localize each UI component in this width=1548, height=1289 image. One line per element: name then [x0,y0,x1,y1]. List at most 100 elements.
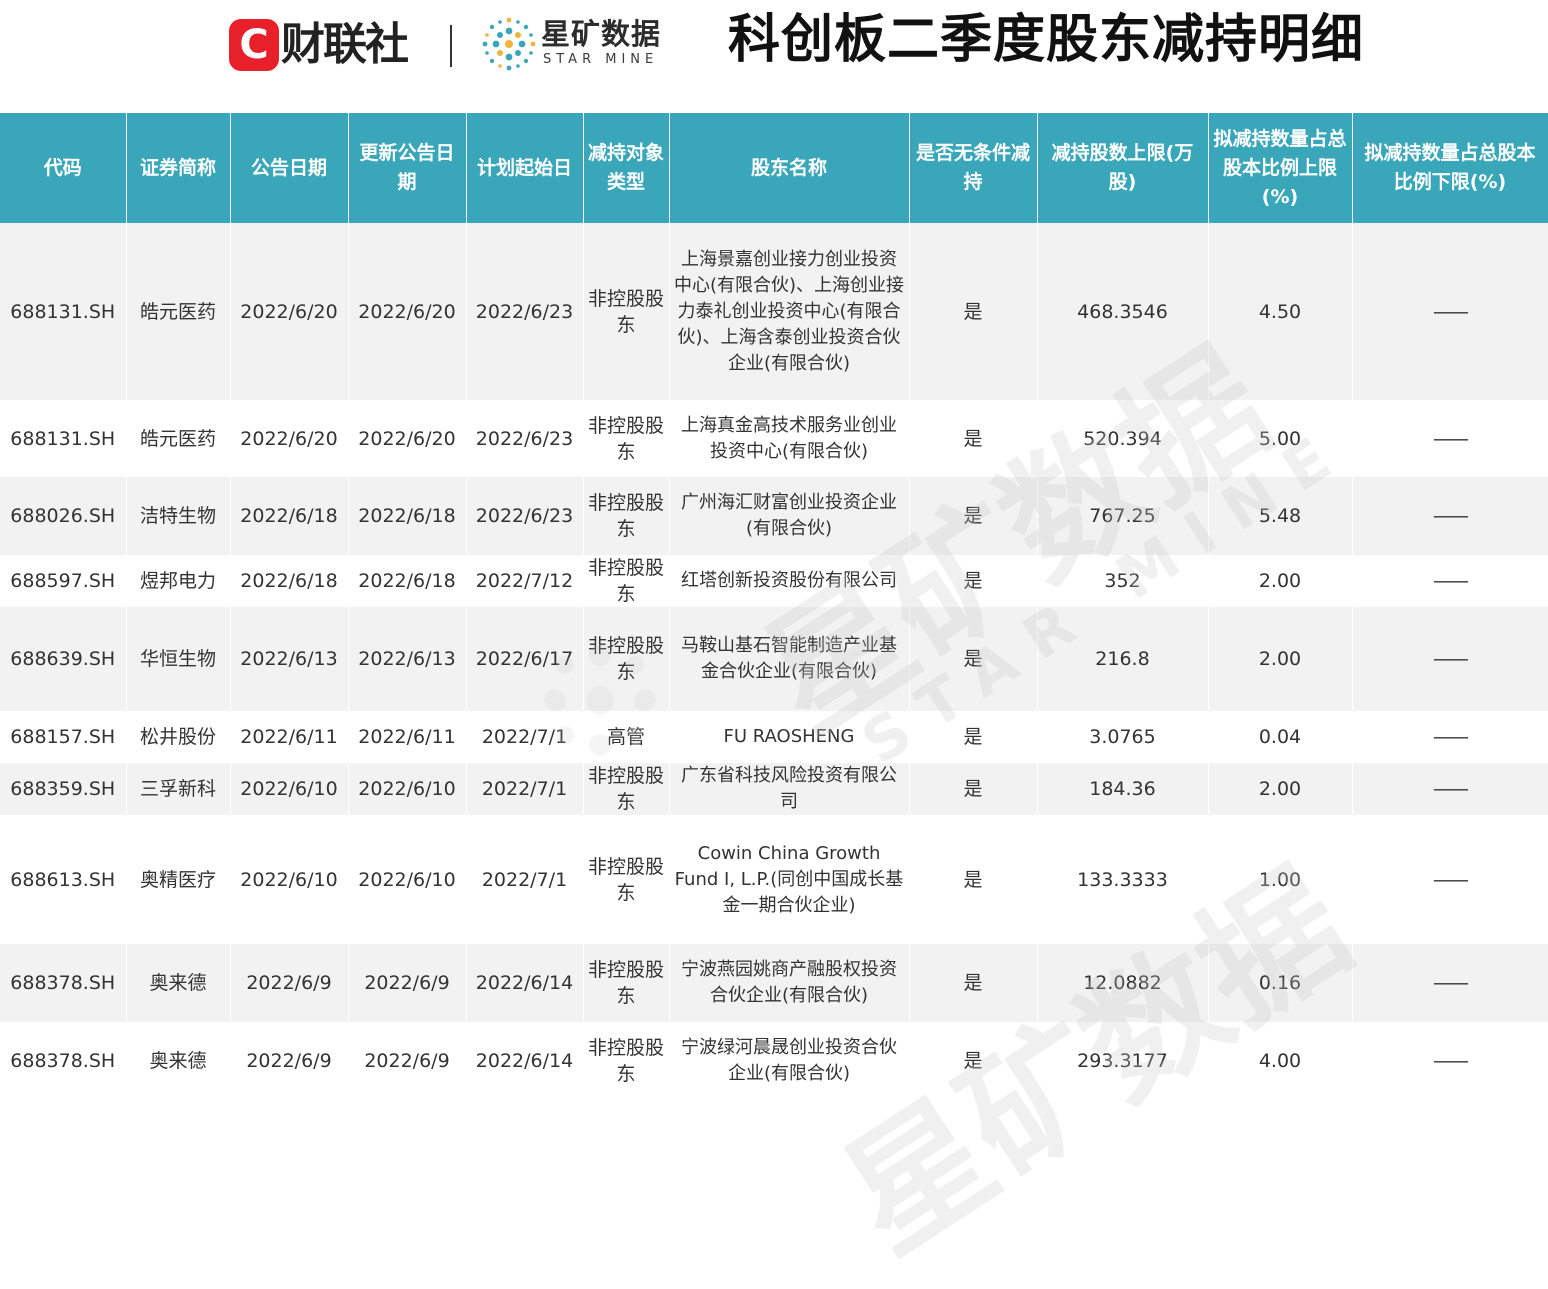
cell-ratio-lower: —— [1352,223,1548,400]
cell-announce-date: 2022/6/20 [230,400,349,477]
cell-code: 688597.SH [0,555,127,607]
table-row: 688131.SH 皓元医药 2022/6/20 2022/6/20 2022/… [0,223,1548,400]
cell-start-date: 2022/7/1 [466,815,584,944]
cell-ratio-upper: 2.00 [1208,607,1353,711]
column-header: 证券简称 [126,113,231,223]
cell-ratio-upper: 4.50 [1208,223,1353,400]
cell-holder: FU RAOSHENG [669,711,910,763]
cell-announce-date: 2022/6/18 [230,555,349,607]
cell-start-date: 2022/6/14 [466,1022,584,1100]
cell-ratio-upper: 4.00 [1208,1022,1353,1100]
cell-max-shares: 293.3177 [1037,1022,1209,1100]
cell-start-date: 2022/7/1 [466,763,584,815]
cell-announce-date: 2022/6/10 [230,815,349,944]
cell-update-date: 2022/6/10 [348,815,467,944]
cell-name: 奥精医疗 [126,815,231,944]
table-row: 688157.SH 松井股份 2022/6/11 2022/6/11 2022/… [0,711,1548,763]
cell-holder: 广州海汇财富创业投资企业(有限合伙) [669,477,910,555]
cell-unconditional: 是 [909,400,1038,477]
cell-update-date: 2022/6/10 [348,763,467,815]
cell-holder: Cowin China Growth Fund I, L.P.(同创中国成长基金… [669,815,910,944]
cell-max-shares: 3.0765 [1037,711,1209,763]
cell-name: 煜邦电力 [126,555,231,607]
cell-ratio-upper: 2.00 [1208,555,1353,607]
cailianshe-logo-text: 财联社 [281,19,409,70]
cell-unconditional: 是 [909,763,1038,815]
cell-update-date: 2022/6/9 [348,1022,467,1100]
cell-code: 688131.SH [0,223,127,400]
cell-ratio-lower: —— [1352,477,1548,555]
column-header: 是否无条件减持 [909,113,1038,223]
page-title: 科创板二季度股东减持明细 [728,10,1365,70]
cell-announce-date: 2022/6/18 [230,477,349,555]
cell-max-shares: 352 [1037,555,1209,607]
cell-holder: 宁波绿河晨晟创业投资合伙企业(有限合伙) [669,1022,910,1100]
cell-ratio-lower: —— [1352,944,1548,1022]
column-header: 拟减持数量占总股本比例下限(%) [1352,113,1548,223]
cell-type: 非控股股东 [583,555,670,607]
cell-ratio-upper: 1.00 [1208,815,1353,944]
cell-holder: 上海景嘉创业接力创业投资中心(有限合伙)、上海创业接力泰礼创业投资中心(有限合伙… [669,223,910,400]
cell-code: 688639.SH [0,607,127,711]
cell-ratio-upper: 5.48 [1208,477,1353,555]
table-row: 688613.SH 奥精医疗 2022/6/10 2022/6/10 2022/… [0,815,1548,944]
cell-holder: 马鞍山基石智能制造产业基金合伙企业(有限合伙) [669,607,910,711]
cell-code: 688131.SH [0,400,127,477]
cell-name: 奥来德 [126,1022,231,1100]
cell-start-date: 2022/6/23 [466,400,584,477]
cell-update-date: 2022/6/20 [348,400,467,477]
cell-max-shares: 216.8 [1037,607,1209,711]
cell-code: 688157.SH [0,711,127,763]
cell-start-date: 2022/6/17 [466,607,584,711]
cell-announce-date: 2022/6/10 [230,763,349,815]
cell-ratio-upper: 0.16 [1208,944,1353,1022]
cell-holder: 宁波燕园姚商产融股权投资合伙企业(有限合伙) [669,944,910,1022]
cell-unconditional: 是 [909,223,1038,400]
cell-name: 松井股份 [126,711,231,763]
cell-type: 非控股股东 [583,400,670,477]
starmine-logo-text: 星矿数据 [541,17,662,51]
cell-type: 非控股股东 [583,223,670,400]
cell-announce-date: 2022/6/13 [230,607,349,711]
cell-unconditional: 是 [909,1022,1038,1100]
reduction-table: 代码 证券简称 公告日期 更新公告日期 计划起始日 减持对象类型 股东名称 是否… [0,113,1548,1100]
cell-code: 688026.SH [0,477,127,555]
table-row: 688378.SH 奥来德 2022/6/9 2022/6/9 2022/6/1… [0,944,1548,1022]
cell-unconditional: 是 [909,477,1038,555]
cell-max-shares: 12.0882 [1037,944,1209,1022]
column-header: 计划起始日 [466,113,584,223]
cell-ratio-lower: —— [1352,555,1548,607]
column-header: 减持股数上限(万股) [1037,113,1209,223]
cell-code: 688613.SH [0,815,127,944]
cell-code: 688359.SH [0,763,127,815]
table-row: 688131.SH 皓元医药 2022/6/20 2022/6/20 2022/… [0,400,1548,477]
cell-unconditional: 是 [909,607,1038,711]
cell-start-date: 2022/6/14 [466,944,584,1022]
cell-ratio-upper: 5.00 [1208,400,1353,477]
cell-name: 华恒生物 [126,607,231,711]
cell-max-shares: 767.25 [1037,477,1209,555]
cell-type: 非控股股东 [583,1022,670,1100]
cell-max-shares: 133.3333 [1037,815,1209,944]
cell-type: 高管 [583,711,670,763]
cell-type: 非控股股东 [583,815,670,944]
cell-code: 688378.SH [0,1022,127,1100]
cell-max-shares: 184.36 [1037,763,1209,815]
cell-name: 皓元医药 [126,400,231,477]
cell-unconditional: 是 [909,711,1038,763]
cell-update-date: 2022/6/18 [348,555,467,607]
table-row: 688639.SH 华恒生物 2022/6/13 2022/6/13 2022/… [0,607,1548,711]
cell-type: 非控股股东 [583,477,670,555]
cell-announce-date: 2022/6/11 [230,711,349,763]
table-row: 688026.SH 洁特生物 2022/6/18 2022/6/18 2022/… [0,477,1548,555]
cell-ratio-upper: 0.04 [1208,711,1353,763]
cell-name: 奥来德 [126,944,231,1022]
starmine-logo-subtext: STAR MINE [543,52,659,67]
cell-ratio-lower: —— [1352,815,1548,944]
cell-start-date: 2022/6/23 [466,223,584,400]
cell-max-shares: 468.3546 [1037,223,1209,400]
column-header: 更新公告日期 [348,113,467,223]
cell-holder: 广东省科技风险投资有限公司 [669,763,910,815]
cell-update-date: 2022/6/20 [348,223,467,400]
cell-ratio-lower: —— [1352,711,1548,763]
